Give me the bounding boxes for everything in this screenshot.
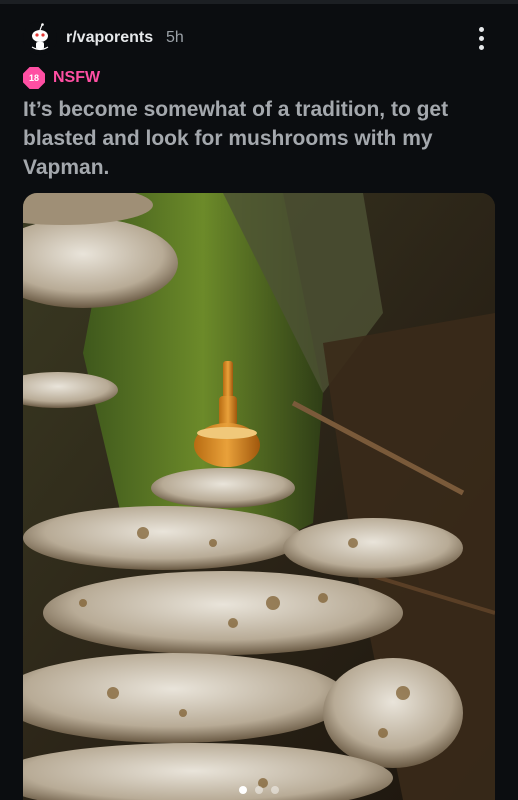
post-title[interactable]: It’s become somewhat of a tradition, to … (23, 95, 493, 182)
more-options-icon[interactable] (470, 22, 492, 54)
gallery-dot[interactable] (271, 786, 279, 794)
subreddit-name-link[interactable]: r/vaporents (66, 29, 153, 47)
top-divider (0, 0, 518, 4)
gallery-dot[interactable] (239, 786, 247, 794)
gallery-pagination (23, 786, 495, 794)
nsfw-18-icon: 18 (23, 67, 45, 89)
post-header: r/vaporents 5h (0, 18, 518, 58)
nsfw-label: NSFW (53, 69, 101, 86)
post-age: 5h (166, 29, 184, 46)
gallery-dot[interactable] (255, 786, 263, 794)
post-image[interactable] (23, 193, 495, 800)
subreddit-avatar-icon[interactable] (23, 21, 57, 55)
nsfw-tag: 18 NSFW (23, 67, 100, 89)
